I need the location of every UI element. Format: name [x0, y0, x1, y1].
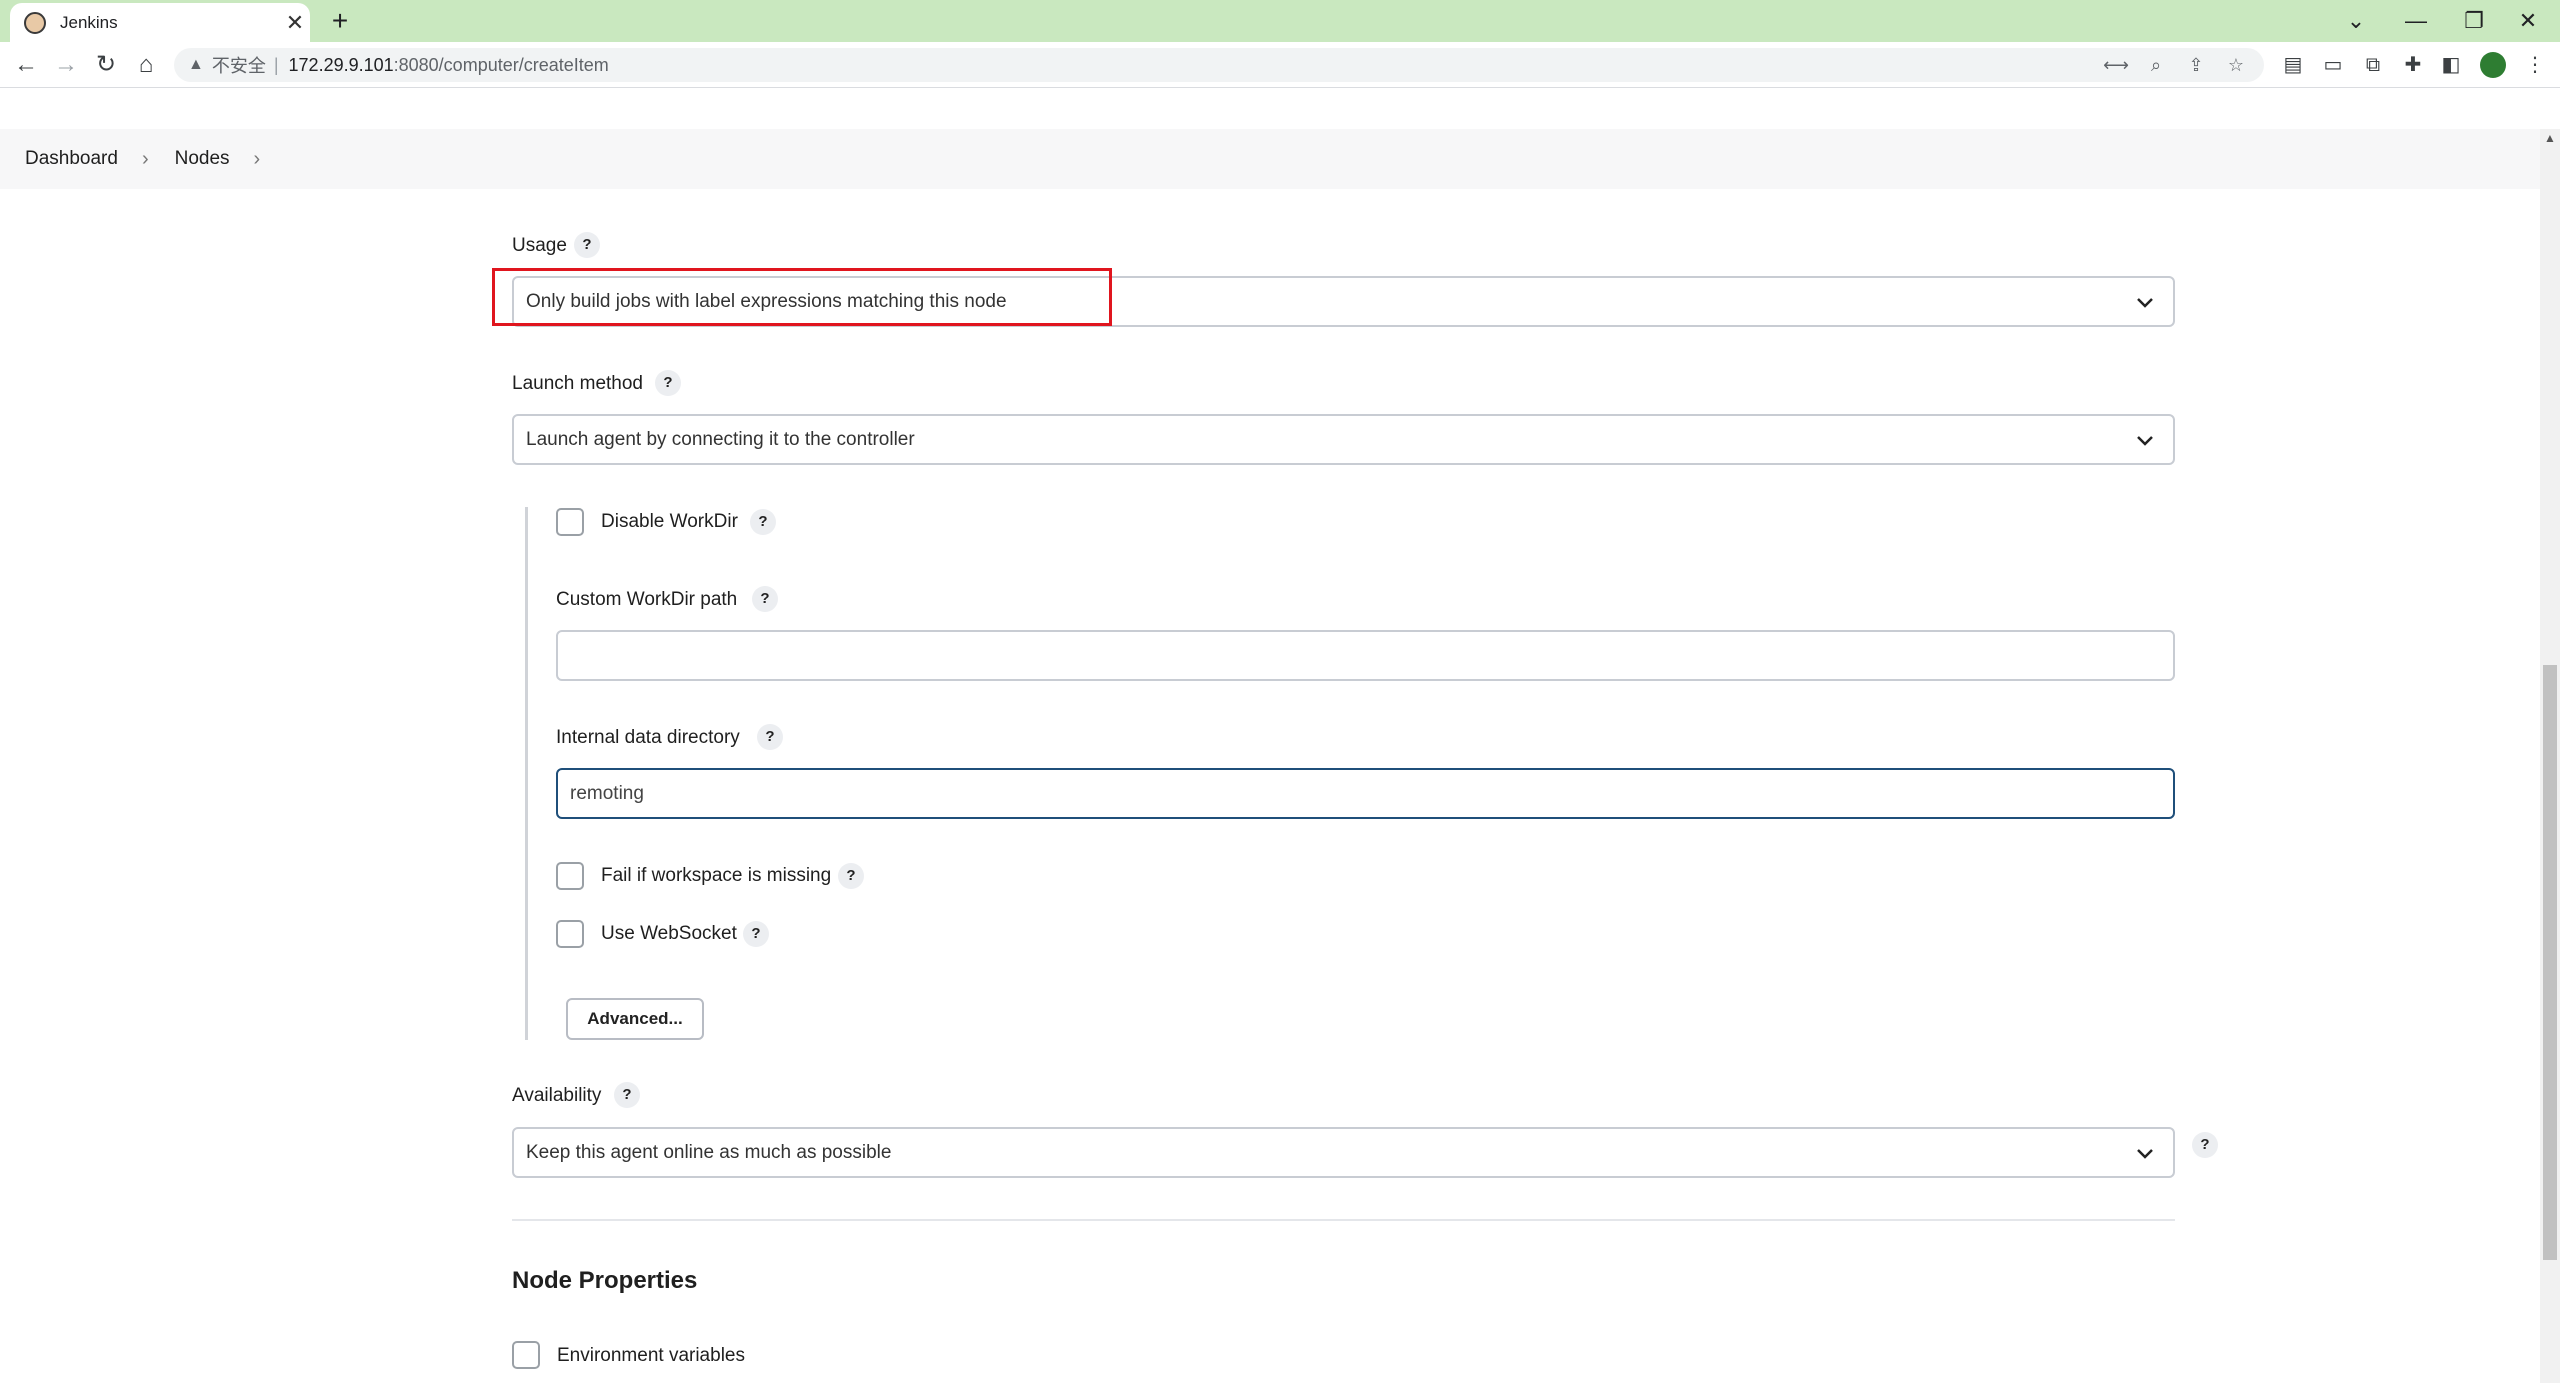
browser-menu-icon[interactable]: ⋮ [2520, 50, 2550, 80]
restore-icon[interactable]: ❐ [2454, 4, 2494, 38]
bookmark-star-icon[interactable]: ☆ [2222, 54, 2250, 76]
usage-help-icon[interactable]: ? [574, 232, 600, 258]
share-icon[interactable]: ⇪ [2182, 54, 2210, 76]
back-icon[interactable]: ← [8, 47, 44, 83]
launch-method-select-value: Launch agent by connecting it to the con… [526, 428, 915, 450]
environment-variables-label[interactable]: Environment variables [557, 1345, 745, 1367]
tab-title: Jenkins [60, 12, 118, 32]
breadcrumb-chevron-icon[interactable]: › [254, 148, 261, 171]
scrollbar-thumb[interactable] [2543, 665, 2557, 1260]
forward-icon[interactable]: → [48, 47, 84, 83]
custom-workdir-label: Custom WorkDir path [556, 589, 738, 610]
window-close-icon[interactable]: ✕ [2508, 4, 2548, 38]
availability-side-help-icon[interactable]: ? [2192, 1132, 2218, 1158]
breadcrumb-chevron-icon: › [141, 147, 149, 170]
address-bar[interactable]: ▲ 不安全 | 172.29.9.101 :8080/computer/crea… [174, 48, 2264, 82]
fail-if-workspace-missing-help-icon[interactable]: ? [838, 863, 864, 889]
browser-tab[interactable]: Jenkins ✕ [10, 3, 310, 42]
tab-search-icon[interactable]: ⌄ [2336, 4, 2376, 38]
use-websocket-checkbox[interactable] [556, 920, 584, 948]
profile-avatar[interactable] [2480, 52, 2506, 78]
extension-calendar-icon[interactable]: ▤ [2278, 50, 2308, 80]
zoom-icon[interactable]: ⌕ [2142, 54, 2170, 76]
translate-icon[interactable]: ⟷ [2102, 54, 2130, 76]
chevron-down-icon [2137, 436, 2153, 446]
chevron-down-icon [2137, 1149, 2153, 1159]
browser-tabstrip: Jenkins ✕ + ⌄ — ❐ ✕ [0, 0, 2560, 42]
availability-select[interactable]: Keep this agent online as much as possib… [512, 1127, 2175, 1178]
section-divider [512, 1219, 2175, 1221]
custom-workdir-help-icon[interactable]: ? [752, 586, 778, 612]
url-path: :8080/computer/createItem [393, 54, 609, 75]
availability-help-icon[interactable]: ? [614, 1082, 640, 1108]
tab-close-icon[interactable]: ✕ [280, 10, 310, 36]
internal-data-directory-input[interactable]: remoting [556, 768, 2175, 819]
home-icon[interactable]: ⌂ [128, 47, 164, 83]
extension-cast-icon[interactable]: ⧉ [2358, 50, 2388, 80]
not-secure-label: 不安全 [211, 56, 266, 76]
use-websocket-help-icon[interactable]: ? [743, 921, 769, 947]
breadcrumb: Dashboard › Nodes › [0, 129, 2540, 189]
annotation-highlight-box [492, 268, 1112, 326]
jenkins-favicon-icon [24, 11, 46, 34]
usage-label: Usage [512, 235, 567, 256]
node-properties-heading: Node Properties [512, 1267, 698, 1294]
extension-screen-icon[interactable]: ▭ [2318, 50, 2348, 80]
nested-section-rule [525, 507, 528, 1040]
availability-label: Availability [512, 1085, 602, 1106]
launch-method-help-icon[interactable]: ? [655, 370, 681, 396]
new-tab-button[interactable]: + [322, 4, 358, 38]
disable-workdir-checkbox[interactable] [556, 508, 584, 536]
scroll-up-arrow-icon[interactable]: ▲ [2544, 132, 2556, 144]
launch-method-label: Launch method [512, 373, 643, 394]
side-panel-icon[interactable]: ◧ [2436, 50, 2466, 80]
custom-workdir-input[interactable] [556, 630, 2175, 681]
breadcrumb-nodes[interactable]: Nodes [175, 148, 230, 170]
minimize-icon[interactable]: — [2396, 4, 2436, 38]
environment-variables-checkbox[interactable] [512, 1341, 540, 1369]
fail-if-workspace-missing-label[interactable]: Fail if workspace is missing [601, 865, 831, 887]
browser-toolbar: ← → ↻ ⌂ ▲ 不安全 | 172.29.9.101 :8080/compu… [0, 42, 2560, 88]
fail-if-workspace-missing-checkbox[interactable] [556, 862, 584, 890]
use-websocket-label[interactable]: Use WebSocket [601, 923, 737, 945]
extensions-puzzle-icon[interactable]: ✚ [2398, 50, 2428, 80]
availability-select-value: Keep this agent online as much as possib… [526, 1141, 892, 1163]
url-host: 172.29.9.101 [288, 54, 394, 75]
disable-workdir-label[interactable]: Disable WorkDir [601, 511, 738, 533]
disable-workdir-help-icon[interactable]: ? [750, 509, 776, 535]
url-separator: | [273, 54, 279, 75]
launch-method-select[interactable]: Launch agent by connecting it to the con… [512, 414, 2175, 465]
internal-data-directory-label: Internal data directory [556, 727, 740, 748]
not-secure-warning-icon[interactable]: ▲ [188, 56, 204, 74]
breadcrumb-dashboard[interactable]: Dashboard [25, 148, 118, 170]
advanced-button[interactable]: Advanced... [566, 998, 704, 1040]
reload-icon[interactable]: ↻ [88, 47, 124, 83]
chevron-down-icon [2137, 298, 2153, 308]
internal-data-directory-help-icon[interactable]: ? [757, 724, 783, 750]
